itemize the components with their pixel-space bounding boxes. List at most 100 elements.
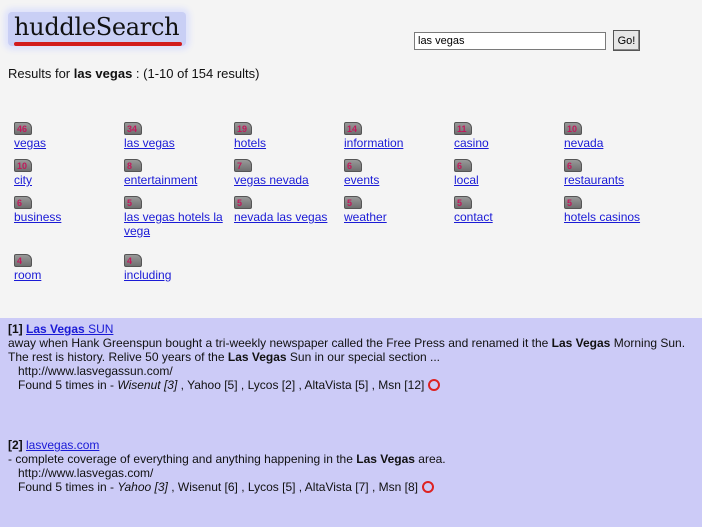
tag-count: 6 <box>347 161 353 171</box>
result-url: http://www.lasvegas.com/ <box>18 466 154 480</box>
tag-item[interactable]: 4 room <box>14 254 122 282</box>
tag-count: 5 <box>457 198 463 208</box>
tag-count: 14 <box>347 124 358 134</box>
tag-count: 11 <box>457 124 467 134</box>
folder-icon[interactable]: 8 <box>124 159 142 172</box>
tag-link[interactable]: vegas nevada <box>234 173 309 187</box>
tag-item[interactable]: 19 hotels <box>234 122 342 150</box>
folder-icon[interactable]: 6 <box>454 159 472 172</box>
folder-icon[interactable]: 11 <box>454 122 472 135</box>
tag-link[interactable]: local <box>454 173 479 187</box>
results-suffix: : (1-10 of 154 results) <box>132 66 260 81</box>
tag-link[interactable]: nevada <box>564 136 603 150</box>
tag-item[interactable]: 10 nevada <box>564 122 672 150</box>
go-button[interactable]: Go! <box>613 30 640 51</box>
result-title-line: [1] Las Vegas SUN <box>8 322 696 336</box>
results-summary: Results for las vegas : (1-10 of 154 res… <box>8 66 259 81</box>
tag-link[interactable]: casino <box>454 136 489 150</box>
tag-item[interactable]: 14 information <box>344 122 452 150</box>
tag-link[interactable]: business <box>14 210 61 224</box>
tag-item[interactable]: 11 casino <box>454 122 562 150</box>
found-text: Found 5 times in - Yahoo [3] , Wisenut [… <box>18 480 418 494</box>
folder-icon[interactable]: 4 <box>124 254 142 267</box>
huddlesearch-logo[interactable]: huddleSearch <box>8 12 186 46</box>
result-url: http://www.lasvegassun.com/ <box>18 364 173 378</box>
tag-link[interactable]: events <box>344 173 379 187</box>
result-title-link[interactable]: lasvegas.com <box>26 438 99 452</box>
tag-link[interactable]: including <box>124 268 171 282</box>
tag-link[interactable]: las vegas hotels la vega <box>124 210 223 238</box>
folder-icon[interactable]: 19 <box>234 122 252 135</box>
tag-link[interactable]: hotels casinos <box>564 210 640 224</box>
tag-item[interactable]: 6 local <box>454 159 562 187</box>
tag-item[interactable]: 34 las vegas <box>124 122 232 150</box>
tag-link[interactable]: vegas <box>14 136 46 150</box>
logo-text: huddleSearch <box>14 13 180 41</box>
tag-link[interactable]: restaurants <box>564 173 624 187</box>
result-title-link[interactable]: Las Vegas SUN <box>26 322 113 336</box>
folder-icon[interactable]: 10 <box>14 159 32 172</box>
folder-icon[interactable]: 5 <box>234 196 252 209</box>
folder-icon[interactable]: 5 <box>344 196 362 209</box>
folder-icon[interactable]: 5 <box>454 196 472 209</box>
tag-count: 10 <box>17 161 28 171</box>
tag-item[interactable]: 5 contact <box>454 196 562 224</box>
tag-count: 4 <box>17 256 23 266</box>
folder-icon[interactable]: 6 <box>14 196 32 209</box>
tag-item[interactable]: 46 vegas <box>14 122 122 150</box>
folder-icon[interactable]: 5 <box>564 196 582 209</box>
folder-icon[interactable]: 10 <box>564 122 582 135</box>
search-input[interactable] <box>414 32 606 50</box>
search-result: [1] Las Vegas SUN away when Hank Greenspu… <box>8 322 696 392</box>
tag-count: 8 <box>127 161 133 171</box>
tag-link[interactable]: information <box>344 136 403 150</box>
refresh-icon[interactable] <box>428 379 441 391</box>
tag-link[interactable]: city <box>14 173 32 187</box>
tag-link[interactable]: room <box>14 268 41 282</box>
folder-icon[interactable]: 7 <box>234 159 252 172</box>
tag-link[interactable]: hotels <box>234 136 266 150</box>
search-result: [2] lasvegas.com - complete coverage of … <box>8 438 696 494</box>
tag-item[interactable]: 7 vegas nevada <box>234 159 342 187</box>
tag-link[interactable]: entertainment <box>124 173 197 187</box>
tag-item[interactable]: 5 weather <box>344 196 452 224</box>
tag-item[interactable]: 5 nevada las vegas <box>234 196 342 224</box>
folder-icon[interactable]: 5 <box>124 196 142 209</box>
folder-icon[interactable]: 46 <box>14 122 32 135</box>
tag-item[interactable]: 6 restaurants <box>564 159 672 187</box>
tag-count: 5 <box>347 198 353 208</box>
result-title-rest: SUN <box>84 322 114 336</box>
tag-link[interactable]: nevada las vegas <box>234 210 327 224</box>
tag-count: 5 <box>567 198 573 208</box>
tag-count: 6 <box>17 198 23 208</box>
tag-count: 6 <box>457 161 463 171</box>
folder-icon[interactable]: 14 <box>344 122 362 135</box>
tag-item[interactable]: 10 city <box>14 159 122 187</box>
found-text: Found 5 times in - Wisenut [3] , Yahoo [… <box>18 378 425 392</box>
logo-underline <box>14 42 182 46</box>
result-title-bold: Las Vegas <box>26 322 85 336</box>
tag-item[interactable]: 5 las vegas hotels la vega <box>124 196 232 238</box>
tag-item[interactable]: 8 entertainment <box>124 159 232 187</box>
tag-count: 4 <box>127 256 133 266</box>
folder-icon[interactable]: 6 <box>564 159 582 172</box>
folder-icon[interactable]: 34 <box>124 122 142 135</box>
tag-item[interactable]: 4 including <box>124 254 232 282</box>
refresh-icon[interactable] <box>421 481 434 493</box>
folder-icon[interactable]: 4 <box>14 254 32 267</box>
tag-link[interactable]: contact <box>454 210 493 224</box>
tag-link[interactable]: las vegas <box>124 136 175 150</box>
tag-item[interactable]: 6 events <box>344 159 452 187</box>
folder-icon[interactable]: 6 <box>344 159 362 172</box>
result-title-rest: lasvegas.com <box>26 438 100 452</box>
results-panel: [1] Las Vegas SUN away when Hank Greenspu… <box>0 318 702 527</box>
results-prefix: Results for <box>8 66 74 81</box>
tag-count: 34 <box>127 124 138 134</box>
tag-link[interactable]: weather <box>344 210 387 224</box>
tag-count: 5 <box>127 198 133 208</box>
tag-item[interactable]: 6 business <box>14 196 122 224</box>
tag-count: 5 <box>237 198 243 208</box>
tag-count: 19 <box>237 124 248 134</box>
tag-item[interactable]: 5 hotels casinos <box>564 196 672 224</box>
result-snippet: - complete coverage of everything and an… <box>8 452 446 466</box>
